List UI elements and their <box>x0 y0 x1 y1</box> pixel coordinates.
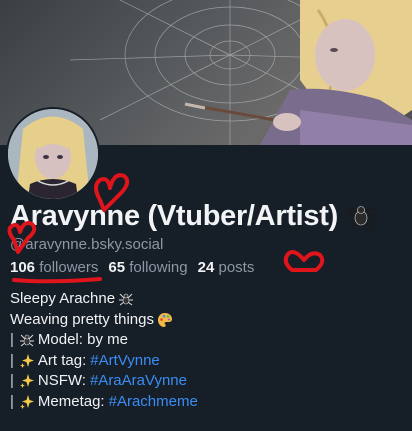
profile-bio: Sleepy Arachne Weaving pretty things | M… <box>10 289 405 412</box>
bio-line: | NSFW: #AraAraVynne <box>10 371 405 392</box>
spider-icon <box>119 293 134 306</box>
avatar-artwork <box>8 109 98 199</box>
bio-text: Model: by me <box>37 331 128 348</box>
followers-link[interactable]: 106 followers <box>10 259 98 276</box>
hashtag-link[interactable]: #Arachmeme <box>109 392 198 413</box>
profile-handle[interactable]: @aravynne.bsky.social <box>10 236 163 253</box>
bio-line: Sleepy Arachne <box>10 289 405 310</box>
palette-icon <box>157 312 172 327</box>
bio-pipe: | <box>10 372 14 389</box>
display-name: Aravynne (Vtuber/Artist) <box>10 199 338 232</box>
avatar[interactable] <box>6 107 100 201</box>
bio-line: | Memetag: #Arachmeme <box>10 392 405 413</box>
bio-text: Weaving pretty things <box>10 310 154 328</box>
bio-pipe: | <box>10 331 14 348</box>
following-link[interactable]: 65 following <box>108 259 187 276</box>
bio-text: NSFW: <box>37 372 86 389</box>
sparkles-icon <box>19 394 34 409</box>
bio-text: Memetag: <box>37 392 105 410</box>
posts-stat: 24 posts <box>198 259 255 276</box>
bio-text: Sleepy Arachne <box>10 290 116 307</box>
hashtag-link[interactable]: #AraAraVynne <box>90 371 187 392</box>
sparkles-icon <box>19 353 34 368</box>
followers-label: followers <box>39 259 99 276</box>
posts-label: posts <box>218 259 255 276</box>
heart-doodle <box>283 250 325 272</box>
posts-count: 24 <box>197 259 215 276</box>
bio-text: Art tag: <box>37 351 87 369</box>
bio-line: | Art tag: #ArtVynne <box>10 351 405 372</box>
bio-line: Weaving pretty things <box>10 310 405 331</box>
display-name-row: Aravynne (Vtuber/Artist) <box>10 196 410 236</box>
spider-icon <box>346 205 376 231</box>
profile-stats: 106 followers 65 following 24 posts <box>10 259 254 276</box>
sparkles-icon <box>19 374 34 389</box>
following-label: following <box>129 259 188 276</box>
bio-pipe: | <box>10 392 14 410</box>
followers-count: 106 <box>10 259 36 276</box>
hashtag-link[interactable]: #ArtVynne <box>90 351 160 372</box>
following-count: 65 <box>108 259 126 276</box>
bio-pipe: | <box>10 351 14 369</box>
bio-line: | Model: by me <box>10 330 405 351</box>
underline-doodle <box>12 277 102 284</box>
spider-icon <box>19 334 34 347</box>
